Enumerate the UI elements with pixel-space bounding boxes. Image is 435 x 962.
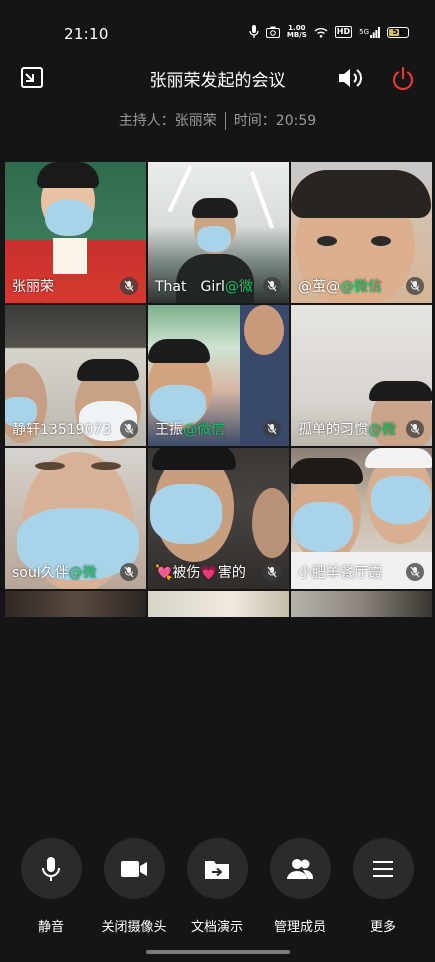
participant-tile[interactable]: @茧@@微信 [291,162,432,303]
participant-tile[interactable]: 王振@微信 [148,305,289,446]
manage-members-button-circle[interactable] [269,838,331,899]
more-button-circle[interactable] [352,838,414,899]
participant-tile[interactable]: 孤单的习惯@微 [291,305,432,446]
mic-muted-icon [263,420,281,438]
net-speed: 1.00 MB/S [287,25,307,39]
share-doc-label: 文档演示 [190,920,243,935]
share-doc-button-circle[interactable] [186,838,248,899]
members-icon [287,858,314,879]
wechat-tag: @微 [224,279,253,295]
camera-label: 关闭摄像头 [101,920,167,935]
video-grid: 张丽荣 That Girl@微 @茧@@微信 静轩13519073 王振@微信 … [5,162,432,617]
participant-name-text: 💘被伤💗害的 [155,565,246,581]
participant-tile[interactable]: 张丽荣 [5,162,146,303]
wifi-icon [314,27,328,38]
status-time: 21:10 [64,25,109,43]
participant-tile[interactable]: 静轩13519073 [5,305,146,446]
participant-name-text: soul久伴 [12,565,69,581]
participant-name: soul久伴@微 [12,562,97,582]
battery-icon: 51 [387,26,409,38]
participant-tile-partial[interactable] [5,591,146,617]
participant-name: 孤单的习惯@微 [298,419,396,439]
signal-label: 5G [359,28,369,36]
meeting-title: 张丽荣发起的会议 [149,71,286,91]
participant-name: 张丽荣 [12,276,54,296]
more-label: 更多 [369,920,396,935]
meeting-time: 时间：20:59 [233,113,317,129]
net-speed-unit: MB/S [286,31,307,39]
participant-name-text: @茧@ [298,279,340,295]
status-bar: 21:10 1.00 MB/S HD 5G 51 [0,0,435,56]
participant-name: 王振@微信 [155,419,225,439]
share-doc-button[interactable]: 文档演示 [177,838,257,935]
participant-name: 小肥羊餐厅霞 [298,562,382,582]
wechat-tag: @微 [68,565,97,581]
participant-name: @茧@@微信 [298,276,382,296]
mic-muted-icon [406,420,424,438]
participant-name-text: 张丽荣 [12,279,54,295]
participant-name: 静轩13519073 [12,419,111,439]
speaker-button[interactable] [337,66,365,90]
mic-muted-icon [263,563,281,581]
mute-button-circle[interactable] [20,838,82,899]
participant-name-text: 孤单的习惯 [298,422,368,438]
mic-muted-icon [120,563,138,581]
participant-name-text: 小肥羊餐厅霞 [298,565,382,581]
more-button[interactable]: 更多 [343,838,423,935]
mute-label: 静音 [37,920,64,935]
mic-muted-icon [406,277,424,295]
mute-button[interactable]: 静音 [11,838,91,935]
hd-badge: HD [334,26,353,38]
meeting-toolbar: 静音 关闭摄像头 文档演示 管理成员 更多 [0,838,435,938]
wechat-tag: @微信 [183,422,225,438]
participant-tile-partial[interactable] [148,591,289,617]
participant-tile[interactable]: That Girl@微 [148,162,289,303]
participant-tile-partial[interactable] [291,591,432,617]
camera-button[interactable]: 关闭摄像头 [94,838,174,935]
leave-meeting-button[interactable] [390,66,416,92]
participant-tile[interactable]: 💘被伤💗害的 [148,448,289,589]
camera-icon [121,860,147,877]
participant-tile[interactable]: 小肥羊餐厅霞 [291,448,432,589]
menu-icon [373,860,393,877]
speaker-icon [339,69,362,87]
participant-name-text: 静轩13519073 [12,422,112,438]
battery-level: 51 [392,26,404,36]
manage-members-label: 管理成员 [273,920,326,935]
participant-tile[interactable]: soul久伴@微 [5,448,146,589]
host-label: 主持人：张丽荣 [118,113,217,129]
mic-icon [42,856,60,881]
participant-name: That Girl@微 [155,276,253,296]
mic-muted-icon [120,277,138,295]
mic-status-icon [249,25,259,39]
meeting-info: 主持人：张丽荣 时间：20:59 [0,110,435,130]
info-divider [224,112,226,130]
mic-muted-icon [263,277,281,295]
manage-members-button[interactable]: 管理成员 [260,838,340,935]
participant-name-text: That Girl [155,279,225,295]
camera-button-circle[interactable] [103,838,165,899]
participant-name-text: 王振 [155,422,183,438]
signal-icon: 5G [359,26,380,38]
mic-muted-icon [406,563,424,581]
participant-name: 💘被伤💗害的 [155,562,246,582]
power-icon [392,66,414,91]
folder-share-icon [205,860,229,879]
wechat-tag: @微信 [340,279,382,295]
mic-muted-icon [120,420,138,438]
wechat-tag: @微 [368,422,396,438]
home-indicator[interactable] [146,950,290,954]
status-icons: 1.00 MB/S HD 5G 51 [249,22,409,42]
camera-status-icon [265,26,280,38]
